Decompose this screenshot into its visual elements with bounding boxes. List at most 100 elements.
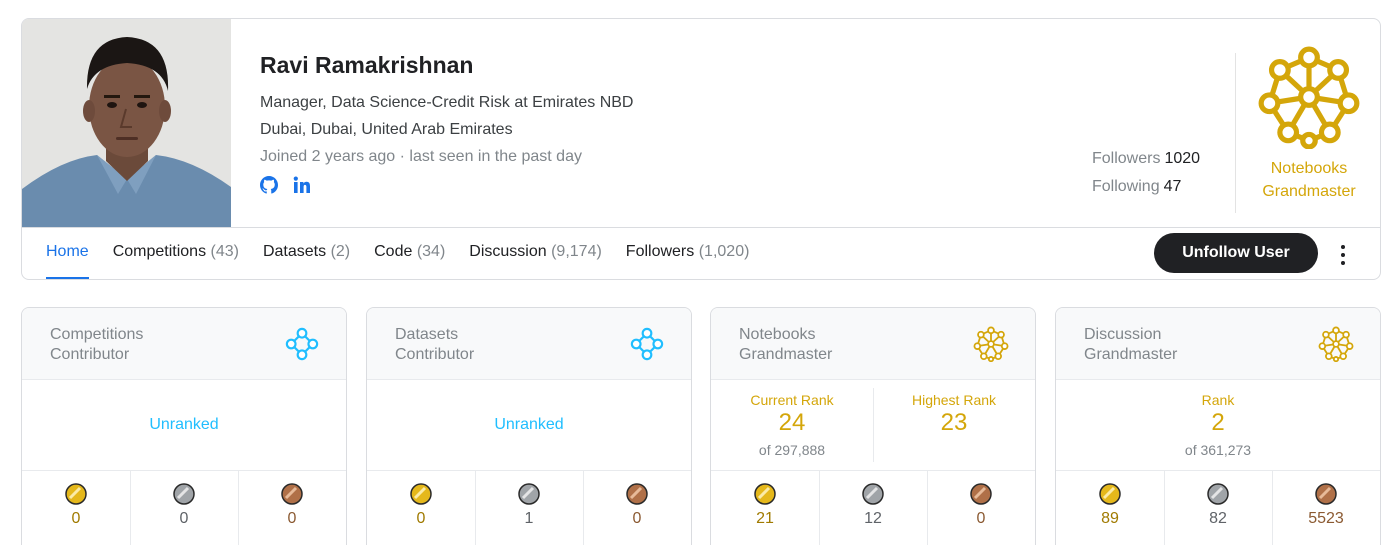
social-links: [260, 176, 311, 194]
tab-label: Discussion: [469, 243, 547, 260]
tab-home[interactable]: Home: [46, 227, 89, 279]
followers-count: 1020: [1164, 150, 1201, 167]
avatar: [22, 19, 231, 227]
github-icon[interactable]: [260, 176, 278, 194]
tab-count: (2): [330, 243, 351, 260]
silver-medal-icon: [518, 483, 540, 505]
tab-count: (9,174): [551, 243, 602, 260]
bronze-medal-icon: [1315, 483, 1337, 505]
user-name: Ravi Ramakrishnan: [260, 52, 474, 78]
current-rank: Rank 2 of 361,273: [1056, 380, 1380, 470]
gold-medal-icon: [1099, 483, 1121, 505]
rank-columns: Current Rank 24 of 297,888 Highest Rank …: [711, 380, 1035, 470]
vertical-divider: [1235, 53, 1236, 213]
bronze-medals: 5523: [1272, 471, 1380, 545]
medal-counts: 21 12 0: [711, 471, 1035, 545]
card-title: Notebooks Grandmaster: [739, 325, 832, 365]
gold-medal-icon: [410, 483, 432, 505]
tier-cards: Competitions Contributor Unranked 0 0 0: [21, 307, 1381, 545]
card-title-line2: Contributor: [395, 346, 475, 363]
card-title-line2: Contributor: [50, 346, 130, 363]
more-vert-icon[interactable]: [1332, 239, 1354, 269]
following-count: 47: [1163, 178, 1182, 195]
tab-count: (34): [416, 243, 446, 260]
rank-of: of 361,273: [1184, 442, 1252, 458]
tab-competitions[interactable]: Competitions (43): [112, 227, 239, 279]
gold-count: 0: [416, 510, 426, 527]
card-rank-section: Unranked: [22, 380, 346, 471]
tab-followers[interactable]: Followers (1,020): [625, 227, 750, 279]
gold-medals: 0: [367, 471, 475, 545]
following-stat[interactable]: Following 47: [1092, 177, 1200, 205]
silver-count: 0: [179, 510, 189, 527]
user-joined: Joined 2 years ago · last seen in the pa…: [260, 148, 582, 165]
bronze-count: 0: [287, 510, 297, 527]
grandmaster-icon: [1257, 45, 1361, 149]
bronze-medals: 0: [927, 471, 1035, 545]
rank-label: Rank: [1201, 392, 1235, 408]
card-title-line1: Datasets: [395, 326, 459, 343]
competitions-card[interactable]: Competitions Contributor Unranked 0 0 0: [21, 307, 347, 545]
card-header: Notebooks Grandmaster: [711, 308, 1035, 380]
current-rank-of: of 297,888: [758, 442, 826, 458]
gold-count: 0: [71, 510, 81, 527]
silver-count: 12: [864, 510, 882, 527]
current-rank-label: Current Rank: [750, 392, 834, 408]
tier-name-line2: Grandmaster: [1262, 183, 1356, 200]
medal-counts: 0 0 0: [22, 471, 346, 545]
rank-status: Unranked: [149, 416, 219, 433]
current-rank: Current Rank 24 of 297,888: [711, 380, 873, 470]
silver-medal-icon: [173, 483, 195, 505]
card-header: Discussion Grandmaster: [1056, 308, 1380, 380]
bronze-count: 0: [632, 510, 642, 527]
highest-rank-value: 23: [940, 409, 968, 436]
unfollow-button[interactable]: Unfollow User: [1154, 233, 1318, 273]
tab-count: (1,020): [698, 243, 750, 260]
tab-label: Code: [374, 243, 413, 260]
tab-label: Followers: [625, 243, 695, 260]
contributor-icon: [284, 326, 320, 362]
tab-label: Home: [46, 243, 89, 260]
followers-stat[interactable]: Followers 1020: [1092, 149, 1200, 177]
tab-datasets[interactable]: Datasets (2): [263, 227, 351, 279]
silver-medal-icon: [1207, 483, 1229, 505]
gold-medals: 21: [711, 471, 819, 545]
medal-counts: 89 82 5523: [1056, 471, 1380, 545]
highest-tier-badge: Notebooks Grandmaster: [1244, 45, 1374, 203]
card-rank-section: Rank 2 of 361,273: [1056, 380, 1380, 471]
card-title-line1: Discussion: [1084, 326, 1162, 343]
bronze-medals: 0: [583, 471, 691, 545]
gold-medals: 0: [22, 471, 130, 545]
notebooks-card[interactable]: Notebooks Grandmaster Current Rank 24 of…: [710, 307, 1036, 545]
bronze-medal-icon: [281, 483, 303, 505]
datasets-card[interactable]: Datasets Contributor Unranked 0 1 0: [366, 307, 692, 545]
tab-label: Competitions: [112, 243, 207, 260]
tab-code[interactable]: Code (34): [374, 227, 446, 279]
bronze-medal-icon: [626, 483, 648, 505]
bronze-medals: 0: [238, 471, 346, 545]
card-title-line1: Notebooks: [739, 326, 816, 343]
tab-count: (43): [210, 243, 239, 260]
card-rank-section: Current Rank 24 of 297,888 Highest Rank …: [711, 380, 1035, 471]
highest-rank: Highest Rank 23: [873, 380, 1035, 470]
rank-status: Unranked: [494, 416, 564, 433]
card-header: Datasets Contributor: [367, 308, 691, 380]
gold-medal-icon: [754, 483, 776, 505]
highest-rank-label: Highest Rank: [911, 392, 997, 408]
avatar-image: [22, 19, 231, 227]
profile-card: Ravi Ramakrishnan Manager, Data Science-…: [21, 18, 1381, 280]
card-title: Competitions Contributor: [50, 325, 143, 365]
medal-counts: 0 1 0: [367, 471, 691, 545]
tier-name: Notebooks Grandmaster: [1244, 157, 1374, 203]
tab-discussion[interactable]: Discussion (9,174): [469, 227, 602, 279]
bronze-count: 5523: [1308, 510, 1344, 527]
card-header: Competitions Contributor: [22, 308, 346, 380]
grandmaster-icon: [973, 326, 1009, 362]
gold-medal-icon: [65, 483, 87, 505]
discussion-card[interactable]: Discussion Grandmaster Rank 2 of 361,273…: [1055, 307, 1381, 545]
bronze-count: 0: [976, 510, 986, 527]
linkedin-icon[interactable]: [293, 176, 311, 194]
grandmaster-icon: [1318, 326, 1354, 362]
gold-count: 21: [756, 510, 774, 527]
following-label: Following: [1092, 178, 1160, 195]
